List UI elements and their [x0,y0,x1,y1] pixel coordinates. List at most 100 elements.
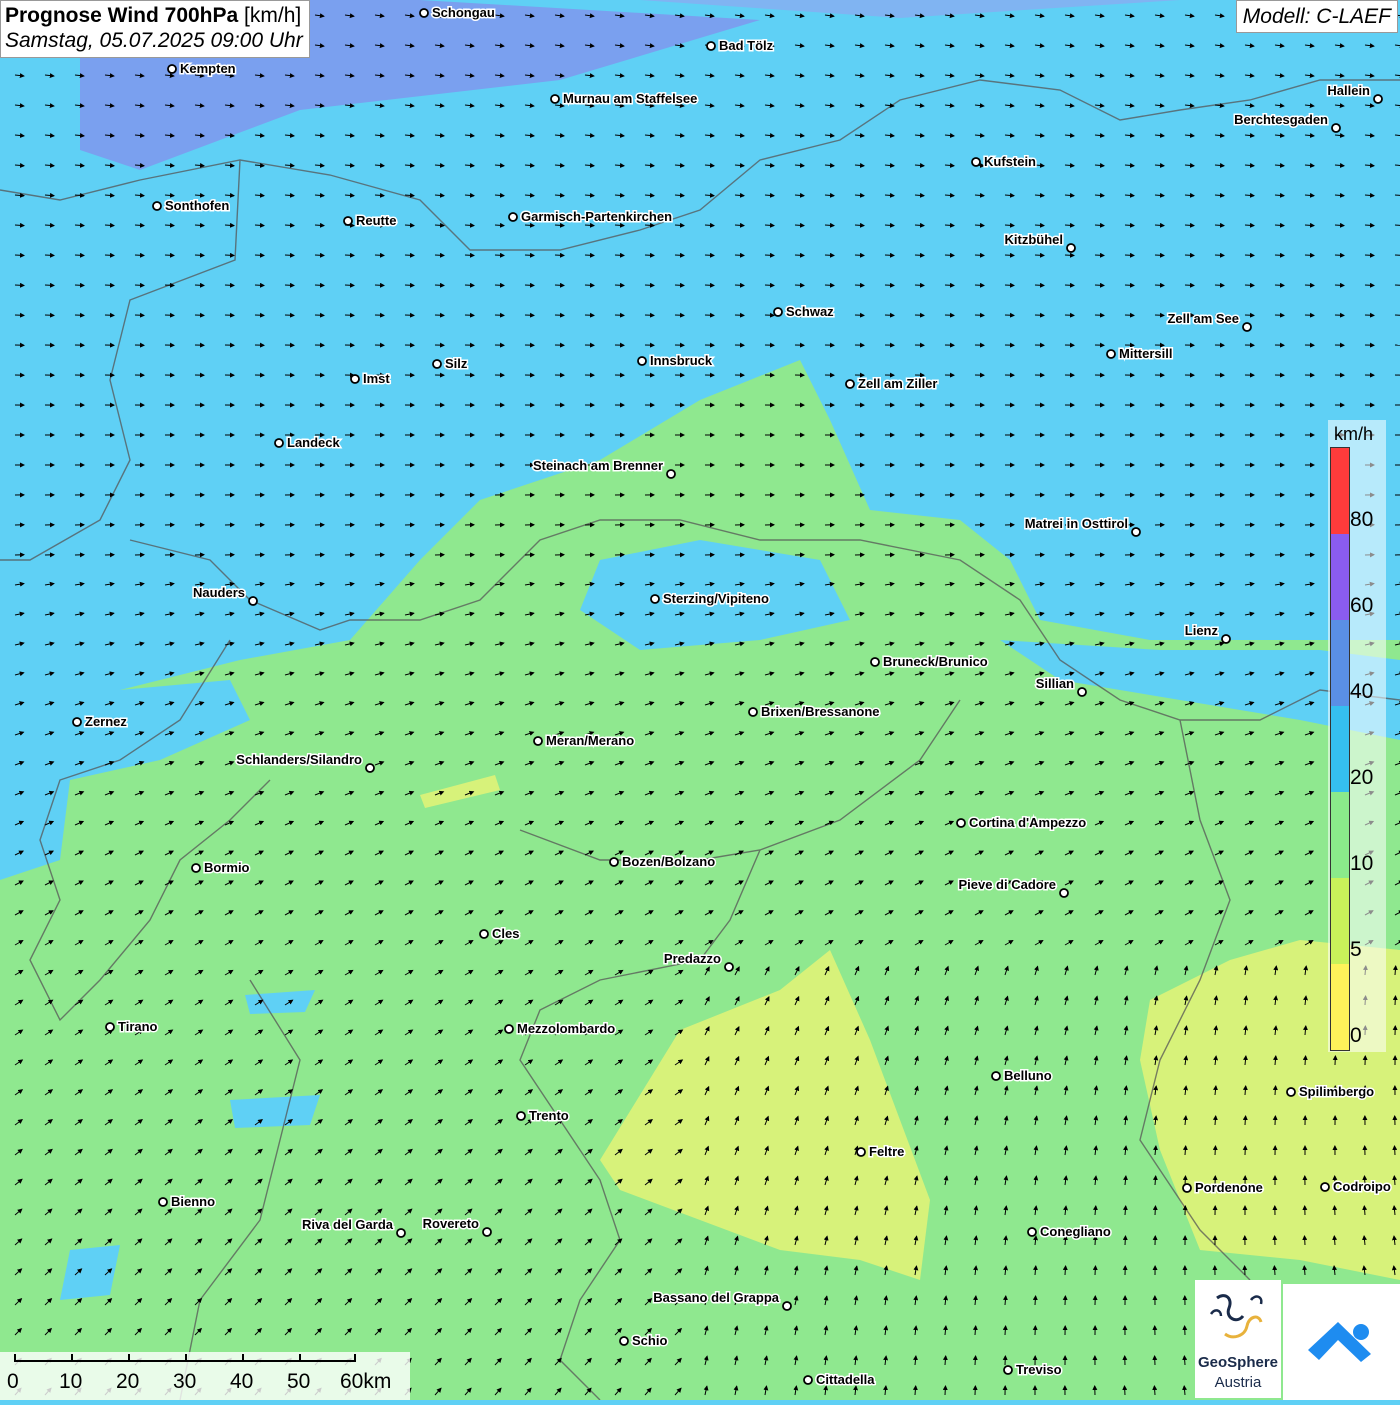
city-dot [992,1072,1000,1080]
city-dot [534,737,542,745]
city-dot [783,1302,791,1310]
city-marker[interactable]: Sonthofen [153,198,229,213]
city-dot [1132,528,1140,536]
city-dot [871,658,879,666]
city-marker[interactable]: Brixen/Bressanone [749,704,880,719]
wind-arrow [615,195,624,196]
wind-arrow [225,195,234,196]
city-dot [275,439,283,447]
wind-arrow [645,255,654,256]
geosphere-logo[interactable]: GeoSphere Austria [1195,1280,1281,1398]
wind-arrow [1215,285,1224,286]
wind-arrow [1275,195,1284,196]
city-label: Riva del Garda [302,1217,394,1232]
city-label: Lienz [1185,623,1219,638]
wind-arrow [285,255,294,256]
city-label: Kufstein [984,154,1036,169]
city-marker[interactable]: Sterzing/Vipiteno [651,591,769,606]
wind-arrow [225,285,234,286]
city-label: Feltre [869,1144,904,1159]
wind-arrow [945,195,954,196]
wind-arrow [915,195,924,196]
scale-tick-mark [354,1354,356,1362]
city-label: Trento [529,1108,569,1123]
title-unit: [km/h] [244,4,301,27]
city-dot [957,819,965,827]
wind-arrow [975,1356,976,1365]
wind-map[interactable]: SchongauBad TölzKemptenMurnau am Staffel… [0,0,1400,1400]
legend-seg-green [1331,792,1349,878]
wind-arrow [15,285,24,286]
wind-arrow [195,225,204,226]
city-marker[interactable]: Bozen/Bolzano [610,854,715,869]
wind-arrow [675,195,684,196]
city-dot [351,375,359,383]
city-dot [168,65,176,73]
wind-arrow [795,195,804,196]
wind-arrow [1035,195,1044,196]
wind-arrow [825,225,834,226]
city-label: Pieve di Cadore [958,877,1056,892]
wind-arrow [1304,1266,1305,1275]
wind-arrow [1245,255,1254,256]
city-marker[interactable]: Cortina d'Ampezzo [957,815,1086,830]
wind-arrow [825,285,834,286]
wind-arrow [435,225,444,226]
city-dot [551,95,559,103]
city-marker[interactable]: Innsbruck [638,353,713,368]
wind-arrow [1125,225,1134,226]
wind-arrow [975,1326,976,1335]
city-marker[interactable]: Schongau [420,5,495,20]
app-logo[interactable] [1283,1284,1400,1400]
city-marker[interactable]: Spilimbergo [1287,1084,1374,1099]
wind-arrow [405,195,414,196]
scale-tick-mark [71,1354,73,1362]
wind-arrow [1245,1116,1246,1125]
wind-arrow [555,195,564,196]
wind-arrow [135,225,144,226]
wind-arrow [1364,1206,1365,1215]
city-label: Mezzolombardo [517,1021,615,1036]
legend-unit: km/h [1334,424,1373,445]
city-marker[interactable]: Zell am Ziller [846,376,937,391]
wind-arrow [555,255,564,256]
wind-arrow [555,285,564,286]
wind-arrow [975,285,984,286]
wind-arrow [1365,255,1374,256]
wind-arrow [1155,1176,1156,1185]
wind-arrow [315,225,324,226]
city-marker[interactable]: Bruneck/Brunico [871,654,988,669]
wind-arrow [165,285,174,286]
wind-arrow [405,225,414,226]
wind-arrow [675,255,684,256]
wind-arrow [855,225,864,226]
city-marker[interactable]: Meran/Merano [534,733,634,748]
wind-arrow [1065,285,1074,286]
map-title: Prognose Wind 700hPa [km/h] Samstag, 05.… [0,0,310,58]
city-marker[interactable]: Pordenone [1183,1180,1263,1195]
wind-arrow [285,225,294,226]
wind-arrow [75,255,84,256]
wind-arrow [1305,1236,1306,1245]
city-marker[interactable]: Conegliano [1028,1224,1111,1239]
wind-arrow [615,285,624,286]
city-dot [1107,350,1115,358]
city-marker[interactable]: Mezzolombardo [505,1021,615,1036]
wind-arrow [1335,1206,1336,1215]
scale-label: 0 [7,1370,19,1394]
scale-label: 30 [173,1370,196,1394]
city-marker[interactable]: Garmisch-Partenkirchen [509,209,672,224]
city-dot [972,158,980,166]
wind-arrow [945,1386,946,1395]
wind-arrow [1305,1056,1306,1065]
city-dot [1183,1184,1191,1192]
city-marker[interactable]: Murnau am Staffelsee [551,91,697,106]
wind-arrow [975,195,984,196]
wind-arrow [1245,285,1254,286]
wind-arrow [105,255,114,256]
wind-arrow [945,255,954,256]
wind-arrow [1395,255,1400,256]
wind-arrow [45,285,54,286]
city-label: Silz [445,356,468,371]
wind-arrow [1274,1266,1275,1275]
